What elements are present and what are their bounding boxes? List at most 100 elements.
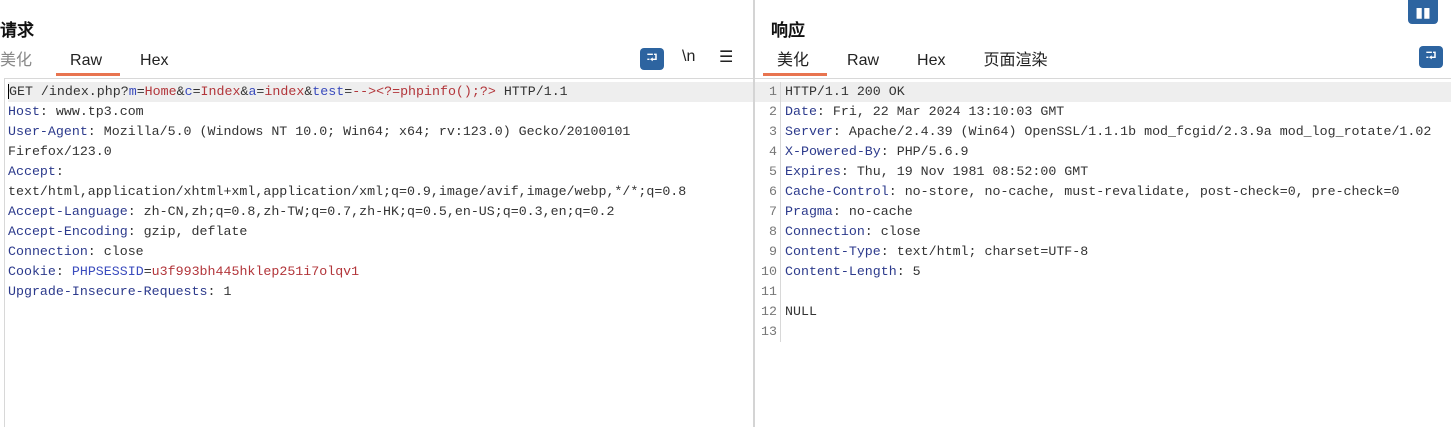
editor-line[interactable]: 4 X-Powered-By: PHP/5.6.9: [755, 142, 1451, 162]
editor-line[interactable]: 9 Content-Type: text/html; charset=UTF-8: [755, 242, 1451, 262]
text-segment: : 1: [207, 284, 232, 299]
text-segment: NULL: [785, 304, 817, 319]
text-segment: HTTP/1.1: [495, 84, 568, 99]
editor-line[interactable]: 1 HTTP/1.1 200 OK: [755, 82, 1451, 102]
text-segment: =: [136, 84, 145, 99]
tab-hex[interactable]: Hex: [917, 50, 945, 76]
request-editor[interactable]: GET /index.php?m=Home&c=Index&a=index&te…: [4, 78, 753, 427]
editor-line[interactable]: Cookie: PHPSESSID=u3f993bh445hklep251i7o…: [8, 262, 753, 282]
text-segment: HTTP/1.1 200 OK: [785, 84, 905, 99]
param-value: u3f993bh445hklep251i7olqv1: [151, 264, 360, 279]
editor-line[interactable]: 12 NULL: [755, 302, 1451, 322]
header-name: Cache-Control: [785, 184, 889, 199]
editor-line[interactable]: 8 Connection: close: [755, 222, 1451, 242]
response-title: 响应: [771, 21, 805, 40]
header-name: Host: [8, 104, 40, 119]
newline-toggle-button[interactable]: \n: [682, 48, 695, 66]
text-segment: &: [176, 84, 185, 99]
response-editor[interactable]: 1 HTTP/1.1 200 OK 2 Date: Fri, 22 Mar 2024 …: [755, 78, 1451, 427]
split-layout-icon[interactable]: ▮▮: [1408, 0, 1438, 24]
text-segment: =: [344, 84, 353, 99]
header-name: X-Powered-By: [785, 144, 881, 159]
editor-line[interactable]: GET /index.php?m=Home&c=Index&a=index&te…: [8, 82, 753, 102]
line-number: 1: [755, 82, 781, 102]
header-name: Connection: [8, 244, 88, 259]
header-name: User-Agent: [8, 124, 88, 139]
request-title: 请求: [0, 21, 34, 40]
header-name: Connection: [785, 224, 865, 239]
line-number: 13: [755, 322, 781, 342]
editor-line[interactable]: Upgrade-Insecure-Requests: 1: [8, 282, 753, 302]
header-name: Upgrade-Insecure-Requests: [8, 284, 208, 299]
editor-line[interactable]: 11: [755, 282, 1451, 302]
editor-line[interactable]: Firefox/123.0: [8, 142, 753, 162]
tab-raw[interactable]: Raw: [56, 50, 121, 76]
text-segment: : no-cache: [832, 204, 913, 219]
editor-line[interactable]: 10 Content-Length: 5: [755, 262, 1451, 282]
line-number: 6: [755, 182, 781, 202]
header-name: Server: [785, 124, 833, 139]
header-name: Accept-Encoding: [8, 224, 128, 239]
param-value: Home: [144, 84, 177, 99]
editor-line[interactable]: Host: www.tp3.com: [8, 102, 753, 122]
editor-line[interactable]: 2 Date: Fri, 22 Mar 2024 13:10:03 GMT: [755, 102, 1451, 122]
header-name: Date: [785, 104, 817, 119]
request-tabs: 美化 Raw Hex: [0, 50, 168, 76]
header-name: Content-Length: [785, 264, 897, 279]
text-segment: : Apache/2.4.39 (Win64) OpenSSL/1.1.1b m…: [832, 124, 1432, 139]
editor-line[interactable]: Accept-Encoding: gzip, deflate: [8, 222, 753, 242]
header-name: Cookie: [8, 264, 56, 279]
tab-pretty[interactable]: 美化: [0, 50, 32, 76]
editor-line[interactable]: Accept:: [8, 162, 753, 182]
wrap-lines-icon[interactable]: ⮒: [1419, 46, 1443, 68]
editor-line[interactable]: 5 Expires: Thu, 19 Nov 1981 08:52:00 GMT: [755, 162, 1451, 182]
param-value: index: [264, 84, 305, 99]
line-number: 5: [755, 162, 781, 182]
line-number: 7: [755, 202, 781, 222]
text-segment: : PHP/5.6.9: [880, 144, 969, 159]
tab-raw[interactable]: Raw: [847, 50, 879, 76]
text-segment: : Thu, 19 Nov 1981 08:52:00 GMT: [840, 164, 1089, 179]
editor-line[interactable]: text/html,application/xhtml+xml,applicat…: [8, 182, 753, 202]
line-number: 3: [755, 122, 781, 142]
text-segment: : no-store, no-cache, must-revalidate, p…: [888, 184, 1400, 199]
editor-line[interactable]: Accept-Language: zh-CN,zh;q=0.8,zh-TW;q=…: [8, 202, 753, 222]
line-number: 2: [755, 102, 781, 122]
text-segment: =: [143, 264, 152, 279]
text-segment: : www.tp3.com: [39, 104, 144, 119]
line-number: 11: [755, 282, 781, 302]
editor-line[interactable]: Connection: close: [8, 242, 753, 262]
text-segment: :: [55, 164, 64, 179]
param-name: test: [312, 84, 345, 99]
tab-pretty[interactable]: 美化: [762, 50, 828, 76]
header-name: Pragma: [785, 204, 833, 219]
header-name: Expires: [785, 164, 841, 179]
tab-render[interactable]: 页面渲染: [983, 50, 1047, 76]
editor-line[interactable]: 6 Cache-Control: no-store, no-cache, must…: [755, 182, 1451, 202]
text-segment: : zh-CN,zh;q=0.8,zh-TW;q=0.7,zh-HK;q=0.5…: [127, 204, 615, 219]
header-name: Accept: [8, 164, 56, 179]
response-tabs: 美化 Raw Hex 页面渲染: [762, 50, 1048, 76]
hamburger-menu-icon[interactable]: ☰: [719, 47, 733, 67]
param-name: PHPSESSID: [71, 264, 144, 279]
tab-hex[interactable]: Hex: [140, 50, 168, 76]
text-segment: : Fri, 22 Mar 2024 13:10:03 GMT: [816, 104, 1065, 119]
editor-line[interactable]: 3 Server: Apache/2.4.39 (Win64) OpenSSL/1…: [755, 122, 1451, 142]
header-name: Accept-Language: [8, 204, 128, 219]
wrap-lines-icon[interactable]: ⮒: [640, 48, 664, 70]
header-name: Content-Type: [785, 244, 881, 259]
param-value: Index: [200, 84, 241, 99]
response-pane: 响应 美化 Raw Hex 页面渲染 ▮▮ ⮒ 1 HTTP/1.1 200 OK…: [755, 0, 1451, 427]
editor-line[interactable]: 7 Pragma: no-cache: [755, 202, 1451, 222]
request-pane: 请求 美化 Raw Hex ⮒ \n ☰ GET /index.php?m=Ho…: [0, 0, 753, 427]
text-segment: : close: [87, 244, 144, 259]
line-number: 9: [755, 242, 781, 262]
text-segment: : 5: [896, 264, 921, 279]
editor-line[interactable]: User-Agent: Mozilla/5.0 (Windows NT 10.0…: [8, 122, 753, 142]
text-segment: : Mozilla/5.0 (Windows NT 10.0; Win64; x…: [87, 124, 631, 139]
text-segment: text/html,application/xhtml+xml,applicat…: [8, 184, 687, 199]
param-value: --><?=phpinfo();?>: [352, 84, 496, 99]
line-number: 4: [755, 142, 781, 162]
editor-line[interactable]: 13: [755, 322, 1451, 342]
text-segment: :: [55, 264, 72, 279]
